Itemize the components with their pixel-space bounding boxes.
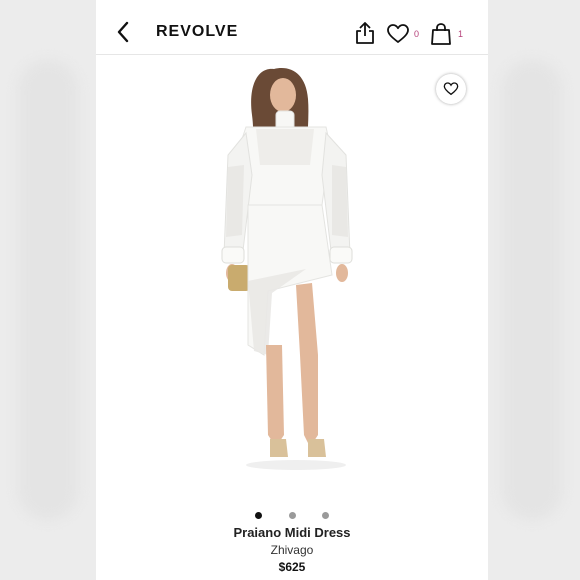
shopping-bag-button[interactable] [430,22,452,46]
wishlist-button[interactable] [386,24,410,44]
share-button[interactable] [354,21,376,45]
product-designer[interactable]: Zhivago [96,543,488,557]
product-name: Praiano Midi Dress [233,525,351,540]
carousel-dot-2[interactable] [288,512,296,519]
heart-icon [443,82,459,96]
product-image[interactable] [96,55,488,500]
favorite-button[interactable] [436,74,466,104]
shopping-bag-icon [431,23,451,45]
status-bar [96,0,488,4]
share-icon [356,22,374,44]
image-carousel-dots [96,506,488,519]
chevron-left-icon [117,21,129,43]
carousel-dot-1[interactable] [255,512,263,519]
bag-count: 1 [458,29,464,39]
carousel-dot-3[interactable] [321,512,329,519]
brand-logo[interactable]: REVOLVE [156,23,238,41]
phone-screen: REVOLVE 0 1 Praiano Midi Dress Zhivago $… [96,0,488,580]
backdrop-right [484,0,580,580]
product-photo [221,68,353,470]
product-price: $625 [278,560,306,574]
top-nav-bar: REVOLVE 0 1 [96,10,488,55]
wishlist-count: 0 [414,29,420,39]
back-button[interactable] [110,18,138,46]
backdrop-left [0,0,96,580]
heart-icon [387,24,409,43]
